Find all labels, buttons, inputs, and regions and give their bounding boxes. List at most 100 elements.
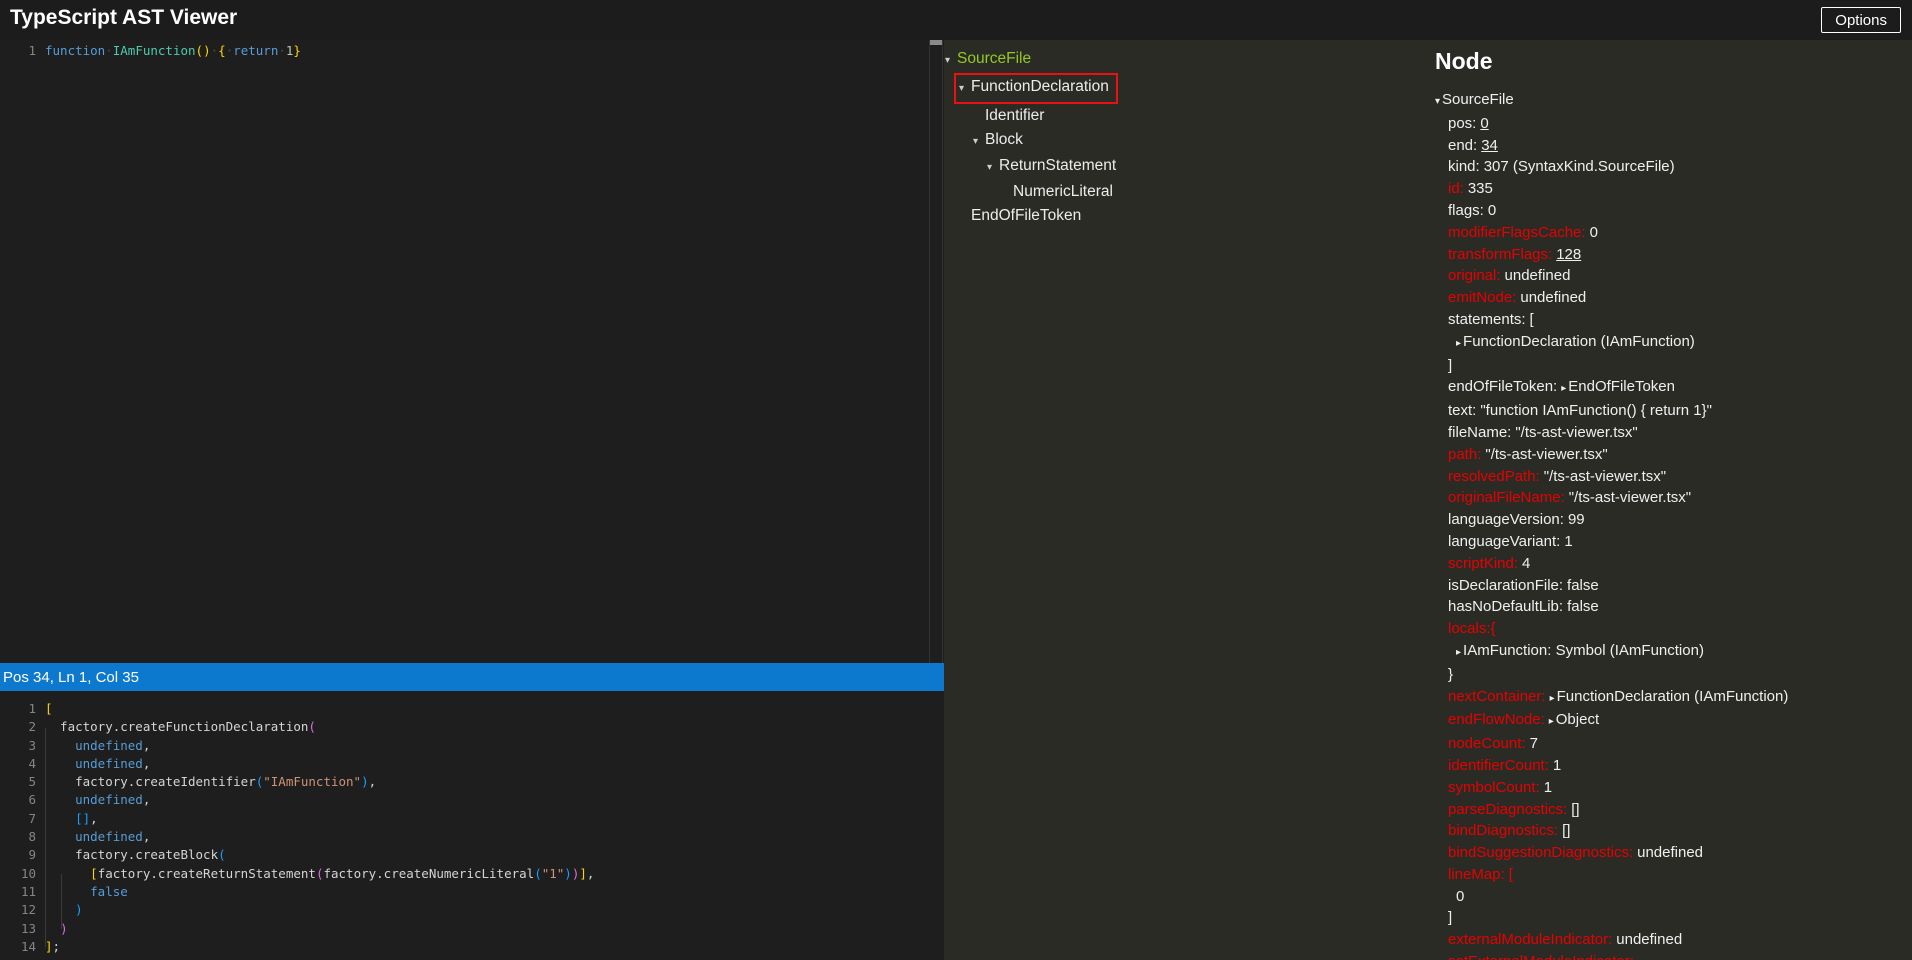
property-name: bindDiagnostics:	[1448, 822, 1558, 839]
code-token: ·	[278, 43, 286, 58]
editor-scrollbar[interactable]	[929, 40, 943, 663]
tree-node-sourcefile[interactable]: ▾SourceFile	[945, 47, 1031, 73]
property-name: modifierFlagsCache:	[1448, 224, 1586, 241]
property-value: undefined	[1637, 844, 1703, 861]
expand-arrow-icon[interactable]: ▸	[1549, 716, 1554, 727]
expand-arrow-icon[interactable]: ▸	[1456, 647, 1461, 658]
property-value: 307 (SyntaxKind.SourceFile)	[1484, 158, 1675, 175]
code-line-content: )	[45, 901, 83, 919]
code-token: )	[564, 866, 572, 881]
code-line: 15	[0, 956, 944, 960]
property-name: endOfFileToken:	[1448, 378, 1557, 395]
source-editor-content[interactable]: 1function·IAmFunction()·{·return·1}	[0, 40, 944, 60]
code-line: 10 [factory.createReturnStatement(factor…	[0, 865, 944, 883]
code-token: {	[218, 43, 226, 58]
tree-row: NumericLiteral	[944, 180, 1424, 204]
property-value: []	[1571, 801, 1579, 818]
collapse-arrow-icon[interactable]: ▾	[1435, 96, 1440, 107]
property-externalModuleIndicator: externalModuleIndicator:undefined	[1435, 929, 1912, 951]
collapse-arrow-icon[interactable]: ▾	[973, 130, 985, 154]
options-button[interactable]: Options	[1821, 7, 1901, 33]
tree-node-returnstatement[interactable]: ▾ReturnStatement	[987, 154, 1116, 180]
code-token: ,	[143, 829, 151, 844]
factory-editor-content[interactable]: 1[2 factory.createFunctionDeclaration(3 …	[0, 691, 944, 960]
code-token: ,	[369, 774, 377, 789]
property-flags: flags:0	[1435, 200, 1912, 222]
editor-scrollbar-thumb[interactable]	[930, 40, 942, 45]
property-value-link[interactable]: 34	[1481, 137, 1498, 154]
app-header: TypeScript AST Viewer Options	[0, 0, 1912, 40]
property-fileName: fileName:"/ts-ast-viewer.tsx"	[1435, 422, 1912, 444]
tree-node-numericliteral[interactable]: NumericLiteral	[1001, 180, 1113, 204]
property-name: scriptKind:	[1448, 555, 1518, 572]
property-name: id:	[1448, 180, 1464, 197]
code-line-content: [],	[45, 810, 98, 828]
code-token: factory.createFunctionDeclaration	[45, 719, 308, 734]
property-text: text:"function IAmFunction() { return 1}…	[1435, 400, 1912, 422]
line-number: 5	[0, 773, 45, 791]
indent-guide	[45, 728, 46, 947]
expand-arrow-icon[interactable]: ▸	[1456, 338, 1461, 349]
property-identifierCount: identifierCount:1	[1435, 755, 1912, 777]
tree-node-label: FunctionDeclaration	[971, 78, 1109, 95]
code-line-content: function·IAmFunction()·{·return·1}	[45, 42, 301, 60]
property-symbolCount: symbolCount:1	[1435, 777, 1912, 799]
property-value: "/ts-ast-viewer.tsx"	[1544, 468, 1666, 485]
code-token: []	[75, 811, 90, 826]
code-token: ,	[143, 756, 151, 771]
property-setExternalModuleIndicator: setExternalModuleIndicator:	[1435, 951, 1912, 960]
property-hasNoDefaultLib: hasNoDefaultLib:false	[1435, 596, 1912, 618]
app-title: TypeScript AST Viewer	[10, 6, 237, 30]
code-token: return	[233, 43, 278, 58]
code-line: 1[	[0, 700, 944, 718]
code-line: 14];	[0, 938, 944, 956]
expand-arrow-icon[interactable]: ▸	[1561, 383, 1566, 394]
code-token	[45, 866, 90, 881]
code-line-content: undefined,	[45, 828, 150, 846]
collapse-arrow-icon[interactable]: ▾	[959, 77, 971, 101]
property-value: FunctionDeclaration (IAmFunction)	[1463, 333, 1695, 350]
property-name: pos:	[1448, 115, 1476, 132]
code-line: 1function·IAmFunction()·{·return·1}	[0, 42, 944, 60]
line-number: 13	[0, 920, 45, 938]
code-line: 5 factory.createIdentifier("IAmFunction"…	[0, 773, 944, 791]
property-value: undefined	[1505, 267, 1571, 284]
position-status-bar: Pos 34, Ln 1, Col 35	[0, 663, 944, 691]
tree-node-label: ReturnStatement	[999, 157, 1116, 174]
property-kind: kind:307 (SyntaxKind.SourceFile)	[1435, 156, 1912, 178]
tree-node-endoffiletoken[interactable]: EndOfFileToken	[959, 204, 1081, 228]
code-line: 3 undefined,	[0, 737, 944, 755]
tree-row: ▾SourceFile	[944, 47, 1424, 73]
tree-row: Identifier	[944, 104, 1424, 128]
collapse-arrow-icon[interactable]: ▾	[987, 156, 999, 180]
code-token: "IAmFunction"	[263, 774, 361, 789]
code-token: )	[75, 902, 83, 917]
property-path: path:"/ts-ast-viewer.tsx"	[1435, 444, 1912, 466]
source-editor[interactable]: 1function·IAmFunction()·{·return·1}	[0, 40, 944, 663]
property-id: id:335	[1435, 178, 1912, 200]
property-name: nodeCount:	[1448, 735, 1526, 752]
property-value: "/ts-ast-viewer.tsx"	[1485, 446, 1607, 463]
property-value: ]	[1448, 909, 1452, 926]
code-token: undefined	[45, 756, 143, 771]
property-name: setExternalModuleIndicator:	[1448, 953, 1634, 960]
expand-arrow-icon[interactable]: ▸	[1550, 693, 1555, 704]
tree-node-block[interactable]: ▾Block	[973, 128, 1023, 154]
property-name: bindSuggestionDiagnostics:	[1448, 844, 1633, 861]
line-number: 11	[0, 883, 45, 901]
property-endFlowNode: endFlowNode:▸Object	[1435, 709, 1912, 733]
code-line: 12 )	[0, 901, 944, 919]
tree-node-identifier[interactable]: Identifier	[973, 104, 1044, 128]
line-number: 4	[0, 755, 45, 773]
collapse-arrow-icon[interactable]: ▾	[945, 49, 957, 73]
tree-node-functiondeclaration[interactable]: ▾FunctionDeclaration	[954, 73, 1118, 104]
property-value-link[interactable]: 0	[1480, 115, 1488, 132]
property-value-link[interactable]: 128	[1556, 246, 1581, 263]
line-number: 8	[0, 828, 45, 846]
property-name: text:	[1448, 402, 1476, 419]
line-number: 3	[0, 737, 45, 755]
factory-code-editor[interactable]: 1[2 factory.createFunctionDeclaration(3 …	[0, 691, 944, 960]
tree-row: ▾FunctionDeclaration	[944, 73, 1424, 104]
code-token: ]	[45, 939, 53, 954]
code-token: factory.createReturnStatement	[98, 866, 316, 881]
